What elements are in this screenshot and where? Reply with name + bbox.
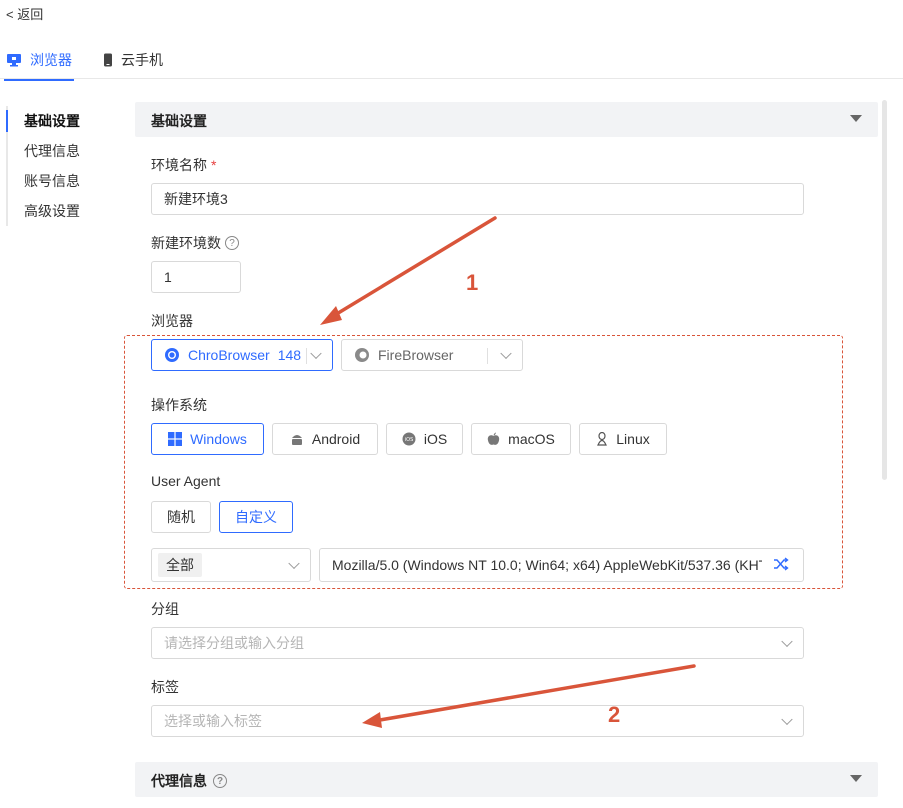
annotation-2: 2: [608, 702, 621, 727]
arrow-2: [372, 664, 696, 723]
arrow-1-head: [320, 306, 342, 325]
arrow-1: [328, 216, 497, 320]
annotation-arrows: [320, 216, 696, 728]
arrow-2-head: [362, 712, 382, 728]
annotation-1: 1: [466, 270, 479, 295]
scrollbar[interactable]: [882, 100, 887, 480]
